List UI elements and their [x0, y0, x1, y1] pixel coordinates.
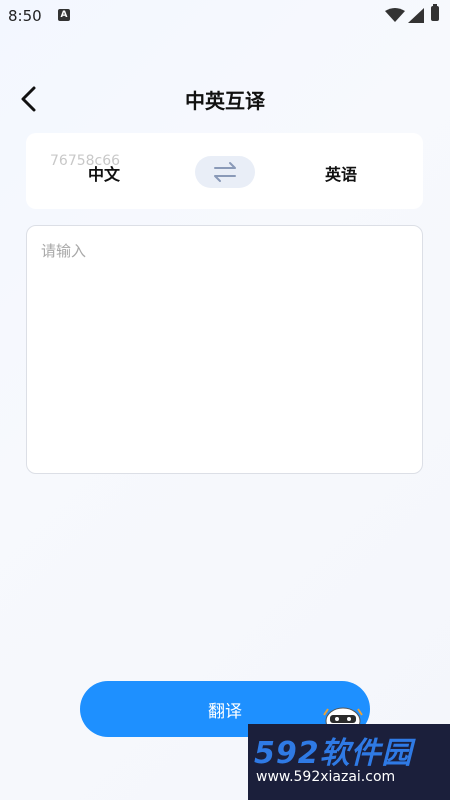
language-selector-card: 76758c66 中文 英语	[26, 133, 423, 209]
swap-languages-button[interactable]	[195, 156, 255, 188]
wifi-icon	[385, 8, 405, 22]
site-brand: 592软件园	[254, 736, 413, 771]
battery-icon	[431, 4, 439, 21]
source-language[interactable]: 中文	[88, 161, 120, 185]
swap-arrows-icon	[214, 162, 236, 182]
site-url: www.592xiazai.com	[256, 769, 396, 785]
status-time: 8:50	[8, 7, 42, 25]
text-input[interactable]	[41, 240, 408, 459]
notification-icon: A	[58, 9, 70, 21]
signal-icon	[408, 8, 424, 23]
target-language[interactable]: 英语	[325, 161, 357, 185]
site-watermark: 592软件园 www.592xiazai.com	[248, 724, 450, 800]
status-bar: 8:50 A	[0, 0, 450, 32]
page-title: 中英互译	[185, 89, 265, 113]
text-input-container	[26, 225, 423, 474]
